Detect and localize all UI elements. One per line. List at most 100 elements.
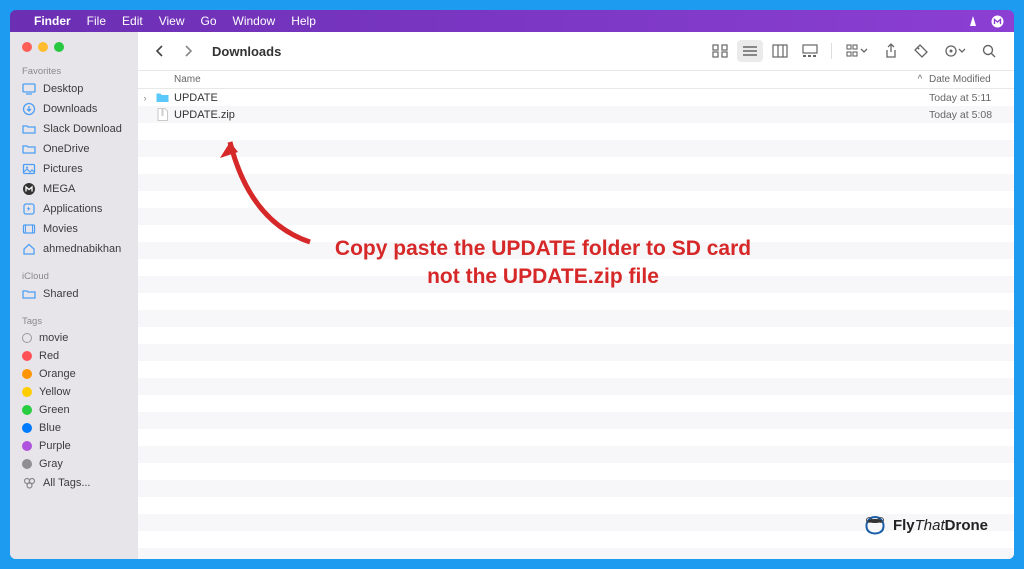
tag-label: Gray bbox=[39, 458, 63, 470]
tag-label: Purple bbox=[39, 440, 71, 452]
view-columns-button[interactable] bbox=[767, 40, 793, 62]
sidebar-item-onedrive[interactable]: OneDrive bbox=[10, 139, 138, 159]
sidebar-label: Applications bbox=[43, 203, 102, 215]
sidebar-item-mega[interactable]: MEGA bbox=[10, 179, 138, 199]
mega-status-icon[interactable] bbox=[990, 14, 1004, 28]
tag-label: Orange bbox=[39, 368, 76, 380]
home-icon bbox=[22, 242, 36, 256]
finder-window: Favorites Desktop Downloads Slack Downlo… bbox=[10, 32, 1014, 559]
sidebar-item-movies[interactable]: Movies bbox=[10, 219, 138, 239]
tag-label: Red bbox=[39, 350, 59, 362]
column-name[interactable]: Name bbox=[138, 74, 911, 85]
sidebar-item-slack-download[interactable]: Slack Download bbox=[10, 119, 138, 139]
icloud-header: iCloud bbox=[10, 267, 138, 284]
watermark-text: FlyThatDrone bbox=[893, 517, 988, 534]
tag-dot-icon bbox=[22, 441, 32, 451]
sidebar-item-downloads[interactable]: Downloads bbox=[10, 99, 138, 119]
tag-dot-icon bbox=[22, 423, 32, 433]
column-header-row: Name ^ Date Modified bbox=[138, 70, 1014, 89]
sidebar-label: OneDrive bbox=[43, 143, 89, 155]
favorites-header: Favorites bbox=[10, 62, 138, 79]
folder-icon bbox=[156, 91, 169, 104]
sidebar-label: Pictures bbox=[43, 163, 83, 175]
action-button[interactable] bbox=[938, 40, 972, 62]
view-icons-button[interactable] bbox=[707, 40, 733, 62]
watermark: FlyThatDrone bbox=[861, 511, 988, 539]
sidebar: Favorites Desktop Downloads Slack Downlo… bbox=[10, 32, 138, 559]
view-list-button[interactable] bbox=[737, 40, 763, 62]
back-button[interactable] bbox=[150, 41, 170, 61]
applications-icon bbox=[22, 202, 36, 216]
tag-dot-icon bbox=[22, 369, 32, 379]
sidebar-tag-item[interactable]: Red bbox=[10, 347, 138, 365]
sidebar-label: MEGA bbox=[43, 183, 75, 195]
sidebar-item-applications[interactable]: Applications bbox=[10, 199, 138, 219]
all-tags-icon bbox=[22, 476, 36, 490]
folder-icon bbox=[22, 122, 36, 136]
menu-edit[interactable]: Edit bbox=[122, 14, 143, 28]
drone-logo-icon bbox=[861, 511, 889, 539]
tag-button[interactable] bbox=[908, 40, 934, 62]
sidebar-tag-item[interactable]: Gray bbox=[10, 455, 138, 473]
tag-dot-icon bbox=[22, 333, 32, 343]
sidebar-label: Shared bbox=[43, 288, 78, 300]
sidebar-label: Movies bbox=[43, 223, 78, 235]
minimize-button[interactable] bbox=[38, 42, 48, 52]
sidebar-label: Downloads bbox=[43, 103, 97, 115]
macos-menubar: Finder File Edit View Go Window Help bbox=[10, 10, 1014, 32]
file-row-zip[interactable]: UPDATE.zip Today at 5:08 bbox=[138, 106, 1014, 123]
tag-dot-icon bbox=[22, 459, 32, 469]
vlc-icon[interactable] bbox=[966, 14, 980, 28]
sidebar-item-shared[interactable]: Shared bbox=[10, 284, 138, 304]
zip-file-icon bbox=[156, 108, 169, 121]
tag-label: Green bbox=[39, 404, 70, 416]
group-by-button[interactable] bbox=[840, 40, 874, 62]
toolbar: Downloads bbox=[138, 32, 1014, 70]
sidebar-all-tags[interactable]: All Tags... bbox=[10, 473, 138, 493]
menu-window[interactable]: Window bbox=[233, 14, 276, 28]
location-title: Downloads bbox=[212, 44, 281, 59]
sidebar-item-pictures[interactable]: Pictures bbox=[10, 159, 138, 179]
sidebar-tag-item[interactable]: Purple bbox=[10, 437, 138, 455]
zoom-button[interactable] bbox=[54, 42, 64, 52]
movies-icon bbox=[22, 222, 36, 236]
menu-go[interactable]: Go bbox=[201, 14, 217, 28]
sidebar-tag-item[interactable]: Yellow bbox=[10, 383, 138, 401]
sidebar-label: ahmednabikhan bbox=[43, 243, 121, 255]
search-button[interactable] bbox=[976, 40, 1002, 62]
sidebar-label: Desktop bbox=[43, 83, 83, 95]
file-date: Today at 5:11 bbox=[929, 92, 1014, 104]
sidebar-tag-item[interactable]: Blue bbox=[10, 419, 138, 437]
tag-label: Blue bbox=[39, 422, 61, 434]
tag-dot-icon bbox=[22, 351, 32, 361]
menu-file[interactable]: File bbox=[87, 14, 106, 28]
sidebar-item-desktop[interactable]: Desktop bbox=[10, 79, 138, 99]
pictures-icon bbox=[22, 162, 36, 176]
tag-label: Yellow bbox=[39, 386, 70, 398]
sidebar-tag-item[interactable]: Orange bbox=[10, 365, 138, 383]
file-name: UPDATE.zip bbox=[174, 109, 235, 121]
sort-indicator-icon[interactable]: ^ bbox=[911, 74, 929, 85]
view-gallery-button[interactable] bbox=[797, 40, 823, 62]
column-date-modified[interactable]: Date Modified bbox=[929, 74, 1014, 85]
sidebar-item-home[interactable]: ahmednabikhan bbox=[10, 239, 138, 259]
file-list[interactable]: › UPDATE Today at 5:11 UPDATE.zip Today … bbox=[138, 89, 1014, 559]
disclosure-triangle-icon[interactable]: › bbox=[138, 93, 152, 103]
window-controls bbox=[10, 42, 138, 62]
sidebar-tag-item[interactable]: movie bbox=[10, 329, 138, 347]
shared-folder-icon bbox=[22, 287, 36, 301]
forward-button[interactable] bbox=[178, 41, 198, 61]
tag-label: movie bbox=[39, 332, 68, 344]
menu-view[interactable]: View bbox=[159, 14, 185, 28]
share-button[interactable] bbox=[878, 40, 904, 62]
desktop-icon bbox=[22, 82, 36, 96]
file-row-folder[interactable]: › UPDATE Today at 5:11 bbox=[138, 89, 1014, 106]
folder-icon bbox=[22, 142, 36, 156]
app-name[interactable]: Finder bbox=[34, 14, 71, 28]
tag-dot-icon bbox=[22, 405, 32, 415]
close-button[interactable] bbox=[22, 42, 32, 52]
tag-dot-icon bbox=[22, 387, 32, 397]
sidebar-tag-item[interactable]: Green bbox=[10, 401, 138, 419]
sidebar-label: All Tags... bbox=[43, 477, 91, 489]
menu-help[interactable]: Help bbox=[291, 14, 316, 28]
